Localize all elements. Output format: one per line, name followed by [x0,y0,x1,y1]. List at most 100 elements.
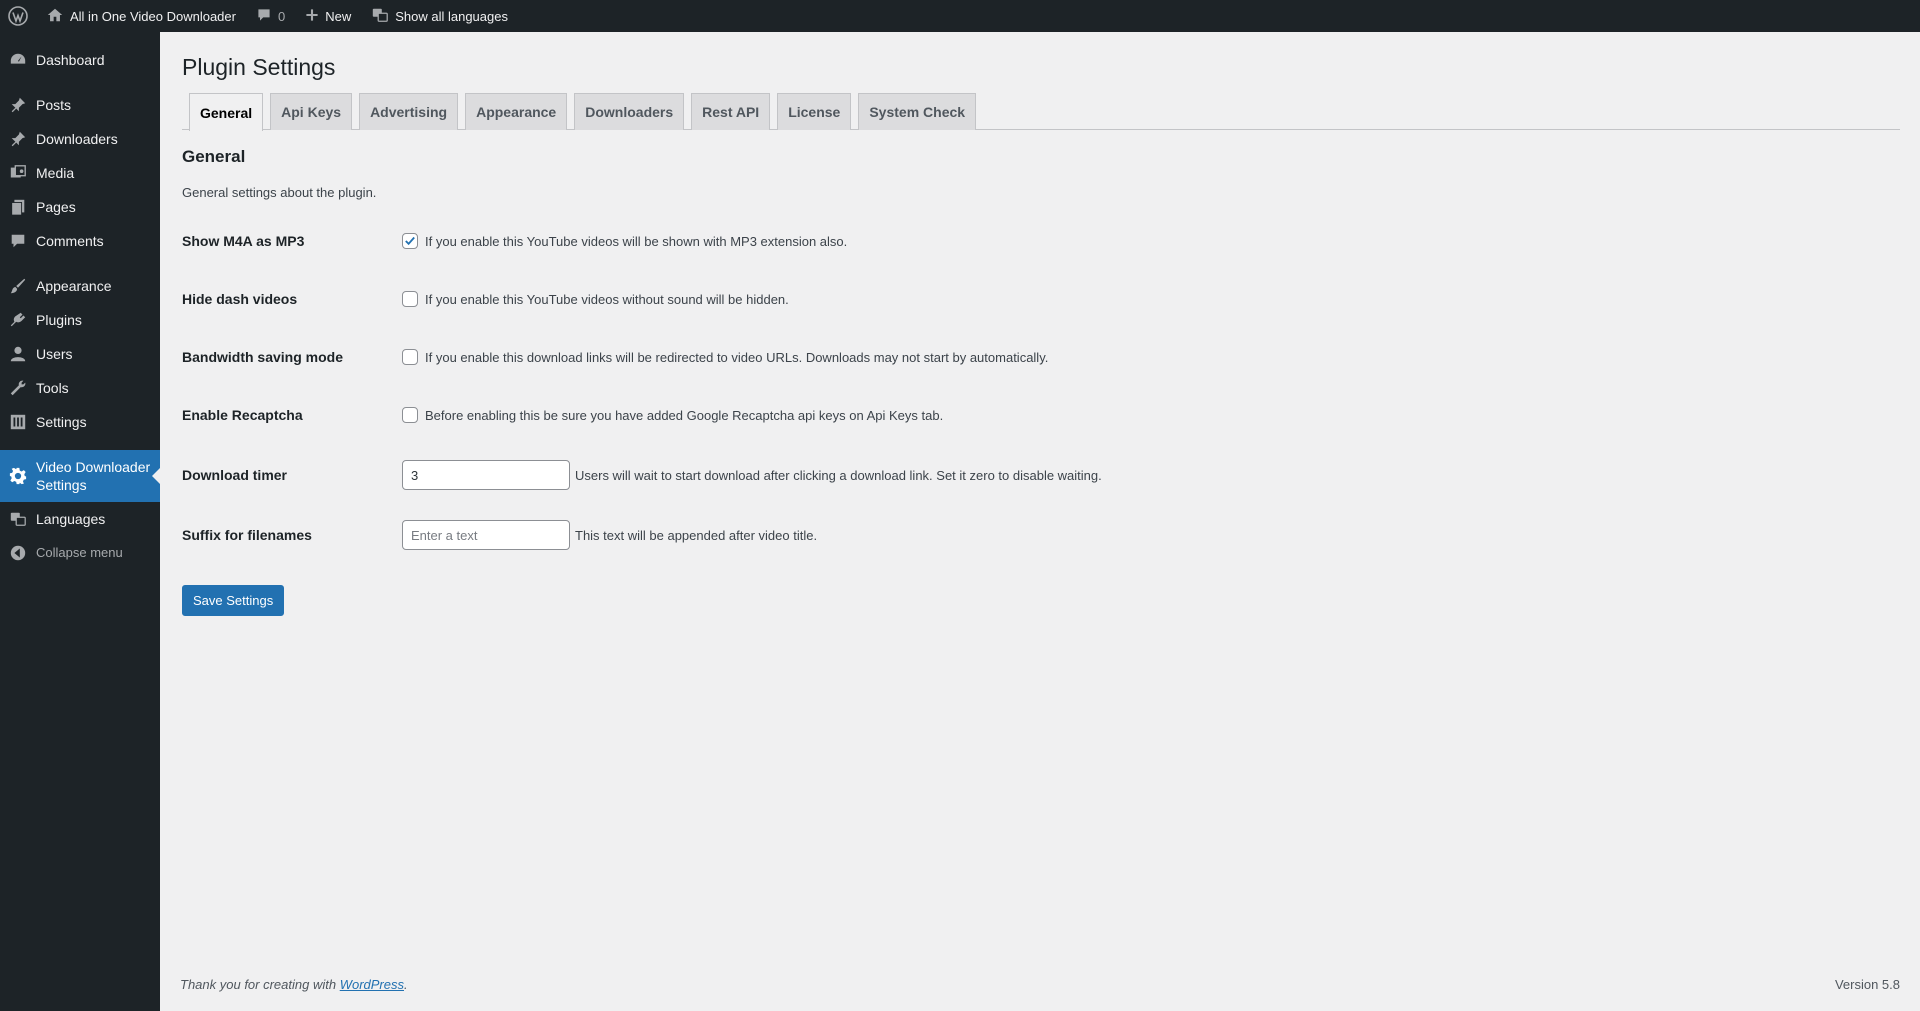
setting-row-show-m4a: Show M4A as MP3 If you enable this YouTu… [182,230,1900,252]
setting-row-hide-dash: Hide dash videos If you enable this YouT… [182,288,1900,310]
setting-hint: Before enabling this be sure you have ad… [425,407,944,423]
plus-icon [305,8,319,25]
home-icon [46,6,64,27]
tab-api-keys[interactable]: Api Keys [270,93,353,130]
tab-rest-api[interactable]: Rest API [691,93,771,130]
sidebar-item-languages[interactable]: Languages [0,502,160,536]
sidebar-item-label: Dashboard [36,52,105,68]
wordpress-link[interactable]: WordPress [340,977,404,992]
collapse-menu-button[interactable]: Collapse menu [0,536,160,570]
setting-row-suffix: Suffix for filenames This text will be a… [182,519,1900,551]
comments-link[interactable]: 0 [246,0,295,32]
gear-icon [0,467,36,485]
site-name: All in One Video Downloader [70,8,236,24]
sidebar-item-label: Comments [36,233,104,249]
setting-hint: This text will be appended after video t… [575,527,818,543]
sidebar-item-video-downloader-settings[interactable]: Video Downloader Settings [0,450,160,502]
bandwidth-checkbox[interactable] [402,349,418,365]
page-title: Plugin Settings [182,54,336,80]
sidebar-item-users[interactable]: Users [0,337,160,371]
section-description: General settings about the plugin. [182,185,377,200]
sidebar-item-label: Downloaders [36,131,118,147]
sidebar-item-posts[interactable]: Posts [0,88,160,122]
sidebar-item-tools[interactable]: Tools [0,371,160,405]
sidebar-item-media[interactable]: Media [0,156,160,190]
setting-hint: If you enable this download links will b… [425,349,1049,365]
tab-license[interactable]: License [777,93,852,130]
user-icon [0,345,36,363]
setting-hint: Users will wait to start download after … [575,467,1102,483]
sidebar-item-label: Plugins [36,312,82,328]
translate-icon [0,510,36,528]
brush-icon [0,277,36,295]
sidebar-item-label: Appearance [36,278,112,294]
sidebar-item-pages[interactable]: Pages [0,190,160,224]
setting-label: Hide dash videos [182,291,298,307]
settings-icon [0,413,36,431]
tab-system-check[interactable]: System Check [858,93,977,130]
tab-general[interactable]: General [189,93,264,131]
collapse-arrow-icon [0,544,36,562]
comment-icon [0,232,36,250]
footer-thanks: Thank you for creating with WordPress. [180,977,408,992]
recaptcha-checkbox[interactable] [402,407,418,423]
media-icon [0,164,36,182]
sidebar-item-dashboard[interactable]: Dashboard [0,43,160,77]
comment-icon [256,7,272,26]
setting-hint: If you enable this YouTube videos will b… [425,233,848,249]
setting-row-bandwidth: Bandwidth saving mode If you enable this… [182,346,1900,368]
tab-downloaders[interactable]: Downloaders [574,93,685,130]
tab-advertising[interactable]: Advertising [359,93,459,130]
footer-thanks-prefix: Thank you for creating with [180,977,340,992]
setting-hint: If you enable this YouTube videos withou… [425,291,789,307]
pin-icon [0,130,36,148]
sidebar-item-downloaders[interactable]: Downloaders [0,122,160,156]
main-content: Plugin Settings General Api Keys Adverti… [160,32,1920,1011]
checkmark-icon [405,236,415,246]
pages-icon [0,198,36,216]
sidebar-item-settings[interactable]: Settings [0,405,160,439]
footer-thanks-suffix: . [404,977,408,992]
new-content-link[interactable]: New [295,0,361,32]
sidebar-item-label: Video Downloader Settings [36,459,151,493]
dashboard-icon [0,51,36,69]
pin-icon [0,96,36,114]
sidebar-item-label: Languages [36,511,106,527]
sidebar-item-label: Settings [36,414,87,430]
download-timer-input[interactable] [402,460,570,490]
languages-link[interactable]: Show all languages [361,0,518,32]
setting-row-timer: Download timer Users will wait to start … [182,459,1900,491]
collapse-menu-label: Collapse menu [36,545,123,560]
translate-icon [371,6,389,27]
section-title: General [182,147,246,166]
filename-suffix-input[interactable] [402,520,570,550]
new-label: New [325,8,352,24]
wordpress-logo-icon[interactable] [0,0,36,32]
languages-label: Show all languages [395,8,508,24]
admin-bar: All in One Video Downloader 0 New Show a… [0,0,1920,32]
save-settings-button[interactable]: Save Settings [182,585,285,616]
sidebar-item-label: Users [36,346,73,362]
sidebar-item-appearance[interactable]: Appearance [0,269,160,303]
tab-appearance[interactable]: Appearance [465,93,568,130]
sidebar-item-label: Posts [36,97,72,113]
wrench-icon [0,379,36,397]
setting-label: Enable Recaptcha [182,407,303,423]
sidebar-item-label: Media [36,165,75,181]
admin-sidebar: Dashboard Posts Downloaders Media Pages … [0,32,160,1011]
sidebar-item-comments[interactable]: Comments [0,224,160,258]
sidebar-item-plugins[interactable]: Plugins [0,303,160,337]
hide-dash-checkbox[interactable] [402,291,418,307]
footer-version: Version 5.8 [1834,977,1900,992]
setting-label: Show M4A as MP3 [182,233,305,249]
setting-label: Bandwidth saving mode [182,349,344,365]
setting-row-recaptcha: Enable Recaptcha Before enabling this be… [182,404,1900,426]
settings-tabs: General Api Keys Advertising Appearance … [182,93,1900,131]
site-name-link[interactable]: All in One Video Downloader [36,0,246,32]
comments-count: 0 [277,8,286,24]
setting-label: Suffix for filenames [182,527,312,543]
show-m4a-checkbox[interactable] [402,233,418,249]
setting-label: Download timer [182,467,288,483]
plugin-icon [0,311,36,329]
sidebar-item-label: Pages [36,199,76,215]
